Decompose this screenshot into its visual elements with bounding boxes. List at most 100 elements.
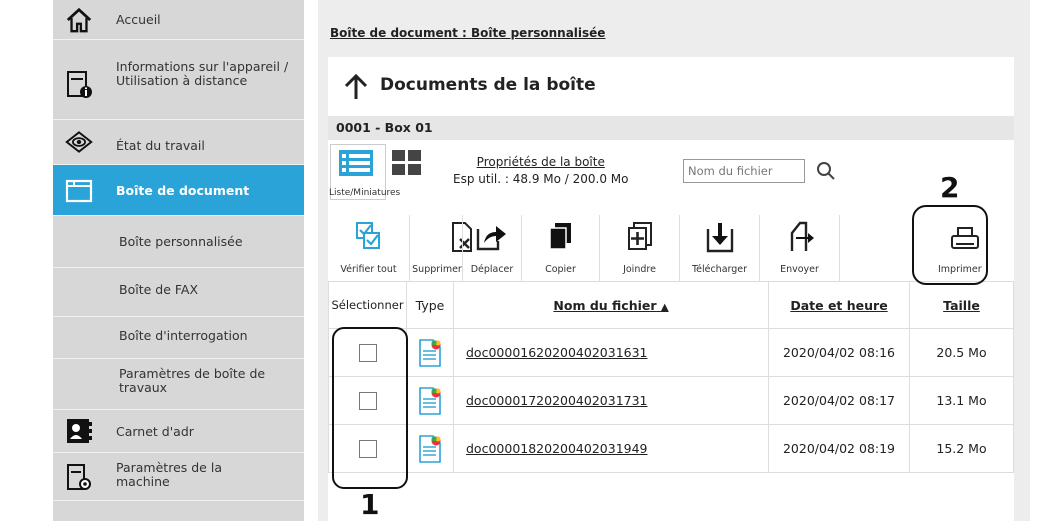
sub-item-fax-box[interactable]: Boîte de FAX	[53, 268, 304, 317]
type-cell	[406, 424, 454, 473]
machine-settings-icon	[65, 463, 93, 491]
box-name-bar: 0001 - Box 01	[328, 116, 1014, 140]
select-cell	[328, 328, 407, 377]
list-view-icon	[339, 150, 373, 176]
tool-label: Copier	[545, 264, 576, 275]
date-cell: 2020/04/02 08:17	[768, 376, 910, 425]
tool-label: Imprimer	[938, 264, 982, 275]
sub-item-label: Boîte personnalisée	[119, 234, 243, 249]
filename-header-label: Nom du fichier	[553, 297, 657, 313]
search-input[interactable]	[683, 159, 805, 183]
file-table: Sélectionner Type Nom du fichier ▲ Date …	[328, 281, 1014, 473]
document-file-icon	[419, 434, 441, 463]
date-column-header[interactable]: Date et heure	[768, 281, 910, 329]
select-cell	[328, 376, 407, 425]
size-cell: 20.5 Mo	[909, 328, 1014, 377]
type-cell	[406, 376, 454, 425]
size-cell: 13.1 Mo	[909, 376, 1014, 425]
move-button[interactable]: Déplacer	[462, 215, 522, 281]
date-cell: 2020/04/02 08:16	[768, 328, 910, 377]
document-file-icon	[419, 386, 441, 415]
nav-item-address-book[interactable]: Carnet d'adr	[53, 410, 304, 453]
copy-icon	[547, 221, 575, 251]
breadcrumb[interactable]: Boîte de document : Boîte personnalisée	[330, 26, 605, 40]
nav-item-job-status[interactable]: État du travail	[53, 120, 304, 165]
folder-icon	[65, 176, 93, 204]
date-cell: 2020/04/02 08:19	[768, 424, 910, 473]
table-row: doc00001720200402031731 2020/04/02 08:17…	[328, 376, 1014, 425]
sub-item-polling-box[interactable]: Boîte d'interrogation	[53, 317, 304, 359]
type-column-header: Type	[406, 281, 454, 329]
download-icon	[706, 221, 734, 253]
nav-label: Boîte de document	[116, 183, 250, 198]
nav-label: Accueil	[116, 12, 161, 27]
tool-label: Déplacer	[470, 264, 514, 275]
sub-item-job-box-settings[interactable]: Paramètres de boîte de travaux	[53, 359, 304, 410]
table-row: doc00001620200402031631 2020/04/02 08:16…	[328, 328, 1014, 377]
tool-label: Envoyer	[780, 264, 819, 275]
main-content: Boîte de document : Boîte personnalisée …	[318, 0, 1030, 521]
nav-label: Paramètres de la machine	[116, 460, 222, 489]
sub-item-custom-box[interactable]: Boîte personnalisée	[53, 216, 304, 268]
filename-link[interactable]: doc00001620200402031631	[453, 328, 769, 377]
filename-column-header[interactable]: Nom du fichier ▲	[453, 281, 769, 329]
nav-label: Carnet d'adr	[116, 424, 194, 439]
eye-icon	[65, 128, 93, 156]
nav-label: Informations sur l'appareil / Utilisatio…	[116, 59, 289, 88]
thumbnail-view-icon[interactable]	[392, 150, 422, 176]
print-icon	[950, 225, 980, 255]
copy-button[interactable]: Copier	[522, 215, 600, 281]
select-cell	[328, 424, 407, 473]
row-checkbox[interactable]	[358, 391, 377, 410]
send-icon	[786, 221, 814, 253]
type-cell	[406, 328, 454, 377]
tool-label: Supprimer	[412, 264, 462, 275]
device-info-icon	[65, 70, 93, 98]
home-icon	[65, 6, 93, 34]
sub-item-label: Boîte de FAX	[119, 282, 199, 297]
print-button[interactable]: Imprimer	[840, 215, 1014, 281]
nav-label: État du travail	[116, 138, 205, 153]
filename-link[interactable]: doc00001720200402031731	[453, 376, 769, 425]
move-icon	[476, 221, 508, 251]
table-header-row: Sélectionner Type Nom du fichier ▲ Date …	[328, 281, 1014, 329]
usage-text: Esp util. : 48.9 Mo / 200.0 Mo	[453, 172, 629, 186]
send-button[interactable]: Envoyer	[760, 215, 840, 281]
row-checkbox[interactable]	[358, 439, 377, 458]
toolbar: Vérifier tout Supprimer Déplacer Copier	[328, 215, 1014, 281]
view-toggle[interactable]: Liste/Miniatures	[329, 144, 440, 202]
table-row: doc00001820200402031949 2020/04/02 08:19…	[328, 424, 1014, 473]
address-book-icon	[65, 417, 93, 445]
box-properties: Propriétés de la boîte Esp util. : 48.9 …	[453, 154, 629, 188]
box-properties-link[interactable]: Propriétés de la boîte	[477, 155, 605, 169]
check-all-icon	[355, 221, 383, 251]
panel-title: Documents de la boîte	[380, 75, 596, 95]
tool-label: Joindre	[623, 264, 656, 275]
document-file-icon	[419, 338, 441, 367]
sidebar: Accueil Informations sur l'appareil / Ut…	[53, 0, 304, 521]
tool-label: Télécharger	[691, 264, 748, 275]
download-button[interactable]: Télécharger	[680, 215, 760, 281]
filename-link[interactable]: doc00001820200402031949	[453, 424, 769, 473]
size-column-header[interactable]: Taille	[909, 281, 1014, 329]
callout-number-1: 1	[360, 488, 380, 521]
nav-item-document-box[interactable]: Boîte de document	[53, 165, 304, 216]
nav-item-accueil[interactable]: Accueil	[53, 0, 304, 40]
arrow-up-icon[interactable]	[344, 74, 368, 100]
nav-item-device-info[interactable]: Informations sur l'appareil / Utilisatio…	[53, 40, 304, 120]
check-all-button[interactable]: Vérifier tout	[328, 215, 410, 281]
view-toggle-label: Liste/Miniatures	[329, 188, 401, 198]
join-button[interactable]: Joindre	[600, 215, 680, 281]
sub-item-label: Paramètres de boîte de travaux	[119, 366, 266, 395]
sort-ascending-icon: ▲	[660, 301, 669, 313]
search-icon[interactable]	[816, 161, 836, 181]
nav-item-machine-settings[interactable]: Paramètres de la machine	[53, 453, 304, 501]
sub-item-label: Boîte d'interrogation	[119, 328, 248, 343]
row-checkbox[interactable]	[358, 343, 377, 362]
box-name: 0001 - Box 01	[336, 120, 433, 135]
tool-label: Vérifier tout	[340, 264, 397, 275]
select-column-header: Sélectionner	[328, 281, 407, 329]
size-cell: 15.2 Mo	[909, 424, 1014, 473]
document-panel: Documents de la boîte 0001 - Box 01 List…	[328, 57, 1014, 521]
callout-number-2: 2	[940, 171, 960, 204]
